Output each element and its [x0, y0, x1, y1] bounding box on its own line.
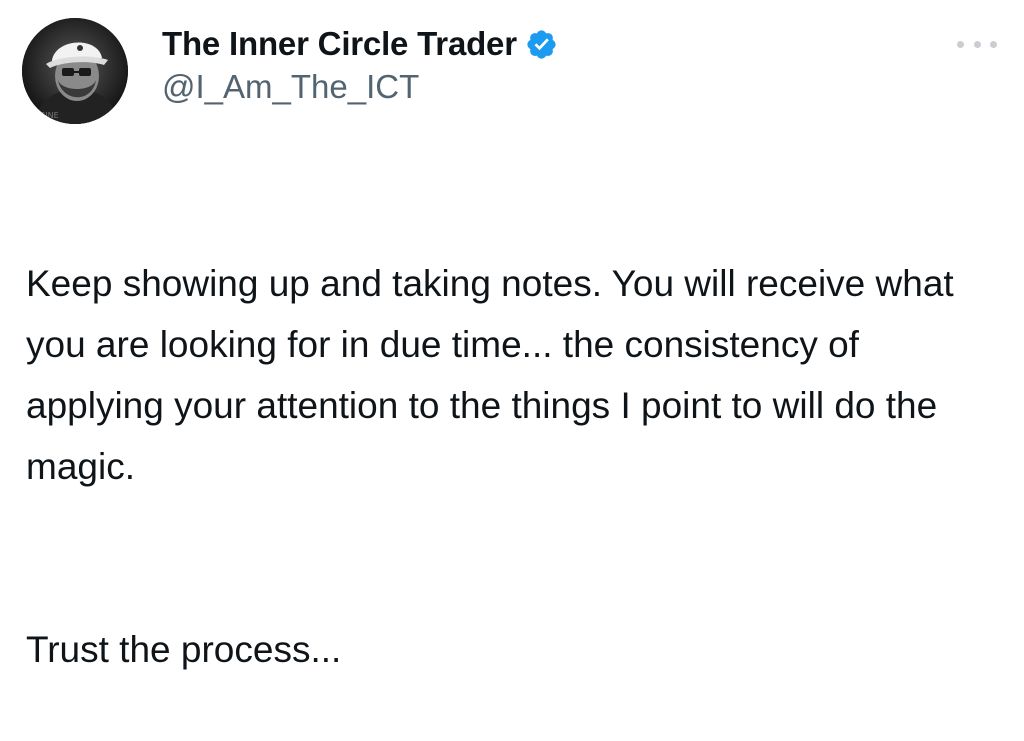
more-horizontal-icon[interactable] [957, 34, 997, 54]
more-dot [973, 40, 981, 48]
handle[interactable]: @I_Am_The_ICT [162, 68, 558, 106]
tweet-paragraph: Trust the process... [26, 629, 342, 670]
more-dot [990, 40, 997, 48]
tweet-text: Keep showing up and taking notes. You wi… [26, 192, 1006, 741]
name-row: The Inner Circle Trader [162, 24, 558, 64]
tweet-paragraph: Keep showing up and taking notes. You wi… [26, 263, 954, 487]
avatar-image: ENGINE [22, 18, 128, 124]
svg-text:ENGINE: ENGINE [28, 111, 59, 120]
avatar[interactable]: ENGINE [22, 18, 128, 124]
verified-badge-icon[interactable] [525, 28, 558, 61]
tweet-card: ENGINE The Inner Circle Trader @I_Am_The… [0, 0, 1024, 670]
more-dot [957, 40, 964, 48]
display-name[interactable]: The Inner Circle Trader [162, 25, 517, 63]
author-block: The Inner Circle Trader @I_Am_The_ICT [162, 24, 558, 106]
